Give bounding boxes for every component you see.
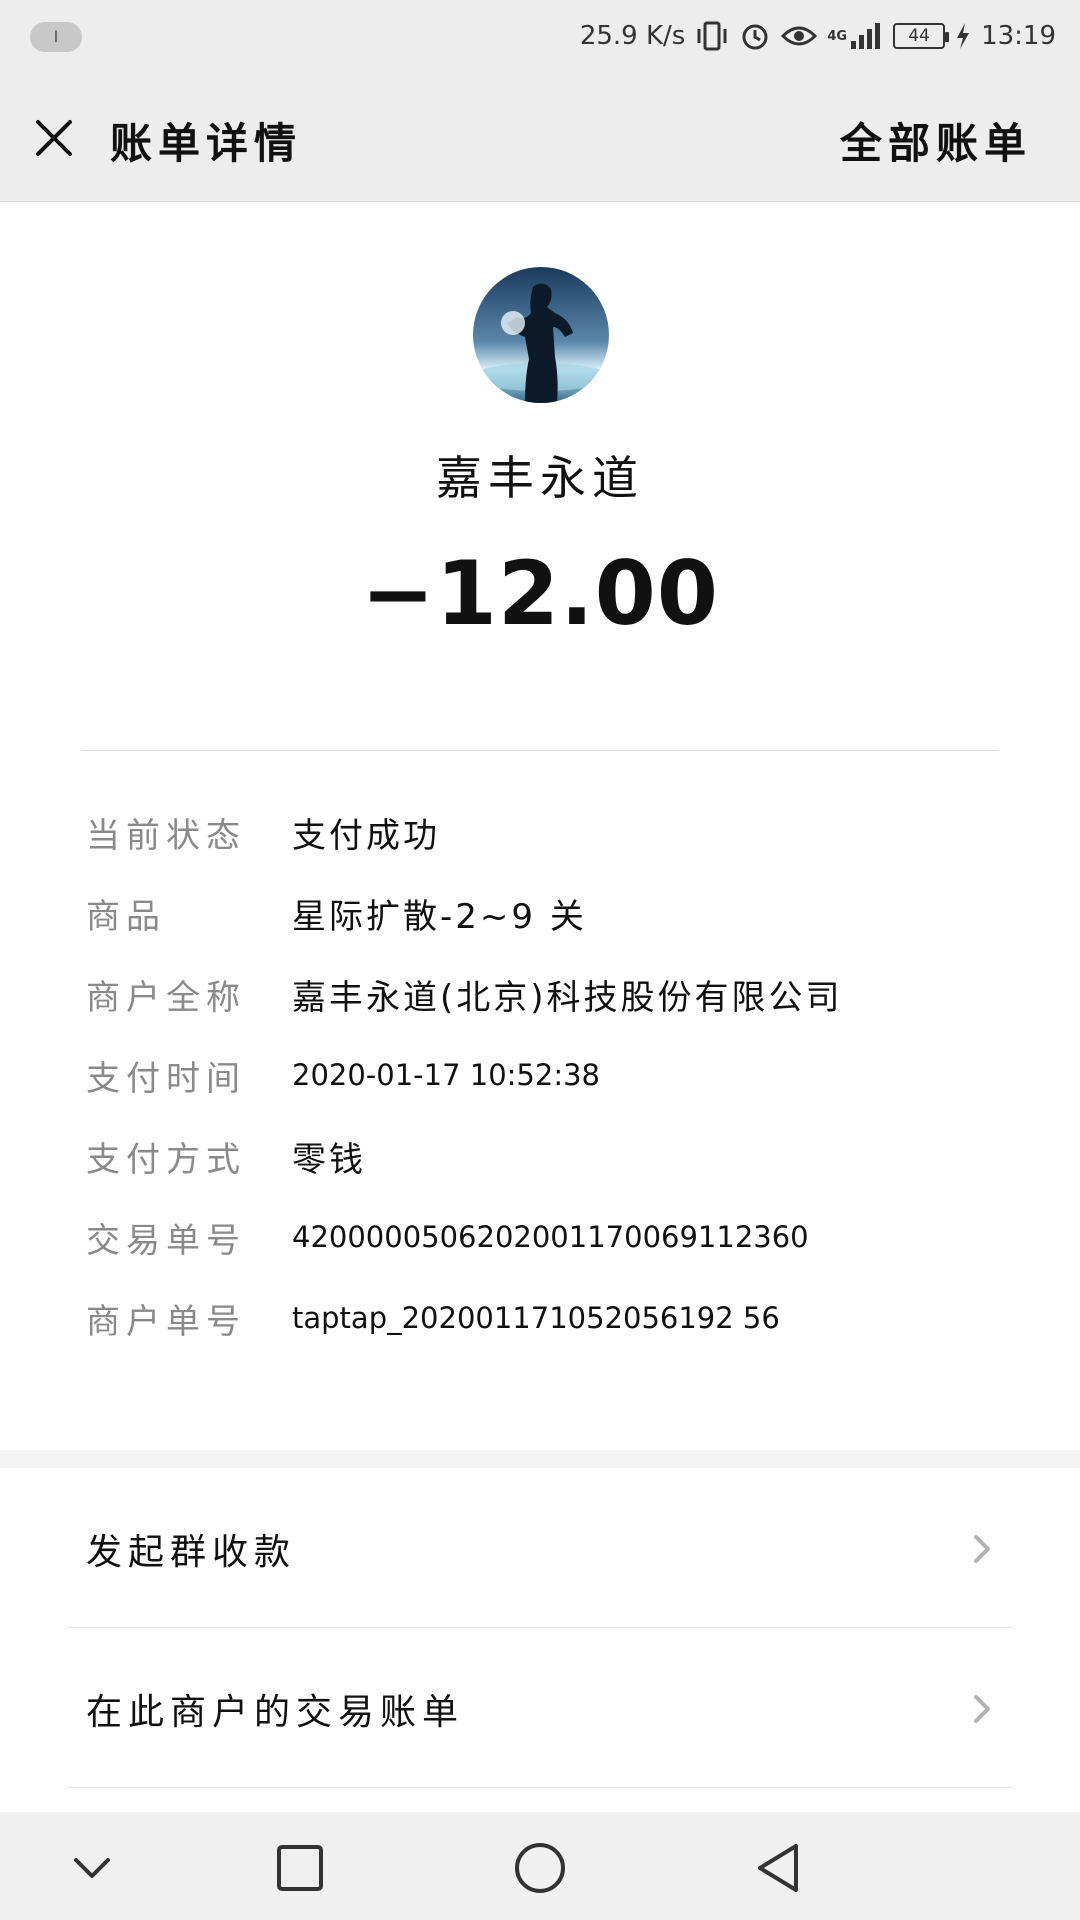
page-title: 账单详情 <box>110 119 303 168</box>
detail-label: 支付方式 <box>86 1139 246 1180</box>
detail-value: 嘉丰永道(北京)科技股份有限公司 <box>292 977 843 1018</box>
detail-row-method: 支付方式 零钱 <box>86 1126 366 1186</box>
chevron-right-icon <box>974 1694 990 1723</box>
alarm-icon <box>739 20 771 52</box>
notification-pill: I <box>30 22 82 52</box>
detail-label: 当前状态 <box>86 815 246 856</box>
battery-indicator: 44 <box>893 23 950 49</box>
signal-icon: 4G <box>827 21 883 51</box>
merchant-transactions-button[interactable]: 在此商户的交易账单 <box>68 1630 1012 1788</box>
nav-collapse-button[interactable] <box>62 1838 122 1898</box>
action-label: 发起群收款 <box>86 1531 297 1573</box>
detail-label: 支付时间 <box>86 1058 246 1099</box>
nav-home-icon <box>515 1843 565 1893</box>
action-label: 在此商户的交易账单 <box>86 1691 465 1733</box>
detail-row-product: 商品 星际扩散-2~9 关 <box>86 883 587 943</box>
merchant-avatar-image <box>473 283 609 403</box>
system-nav-bar <box>0 1812 1080 1920</box>
nav-back-icon <box>758 1844 798 1892</box>
nav-home-button[interactable] <box>510 1838 570 1898</box>
detail-row-transaction-id: 交易单号 4200000506202001170069112360 <box>86 1207 809 1267</box>
detail-value: 星际扩散-2~9 关 <box>292 896 587 937</box>
nav-recents-icon <box>277 1845 323 1891</box>
charging-icon <box>955 22 971 50</box>
detail-value: 2020-01-17 10:52:38 <box>292 1058 600 1092</box>
chevron-right-icon <box>974 1534 990 1563</box>
payment-amount: −12.00 <box>360 542 720 645</box>
detail-label: 商户全称 <box>86 977 246 1018</box>
detail-value: taptap_202001171052056192 56 <box>292 1301 780 1335</box>
detail-row-time: 支付时间 2020-01-17 10:52:38 <box>86 1045 600 1105</box>
divider <box>82 750 998 751</box>
title-bar: 账单详情 全部账单 <box>0 72 1080 202</box>
close-icon <box>36 120 72 156</box>
clock: 13:19 <box>981 21 1056 51</box>
merchant-name: 嘉丰永道 <box>436 451 644 505</box>
close-button[interactable] <box>30 114 78 162</box>
all-bills-link[interactable]: 全部账单 <box>840 110 1032 171</box>
nav-back-button[interactable] <box>750 1838 810 1898</box>
detail-value: 零钱 <box>292 1139 366 1180</box>
group-collect-button[interactable]: 发起群收款 <box>68 1470 1012 1628</box>
network-type: 4G <box>827 28 848 44</box>
detail-label: 商品 <box>86 896 166 937</box>
status-bar: I 25.9 K/s 4G 44 13:19 <box>0 0 1080 72</box>
vibrate-icon <box>695 21 729 51</box>
section-separator <box>0 1450 1080 1468</box>
detail-row-merchant: 商户全称 嘉丰永道(北京)科技股份有限公司 <box>86 964 843 1024</box>
status-icons: 25.9 K/s 4G 44 13:19 <box>580 14 1056 58</box>
merchant-avatar <box>473 267 609 403</box>
detail-label: 商户单号 <box>86 1301 246 1342</box>
detail-label: 交易单号 <box>86 1220 246 1261</box>
eye-icon <box>781 23 818 49</box>
detail-row-merchant-order: 商户单号 taptap_202001171052056192 56 <box>86 1288 780 1348</box>
nav-recents-button[interactable] <box>270 1838 330 1898</box>
detail-value: 支付成功 <box>292 815 440 856</box>
net-speed: 25.9 K/s <box>579 21 686 51</box>
detail-row-status: 当前状态 支付成功 <box>86 802 440 862</box>
nav-collapse-icon <box>74 1858 110 1878</box>
detail-value: 4200000506202001170069112360 <box>292 1220 809 1254</box>
